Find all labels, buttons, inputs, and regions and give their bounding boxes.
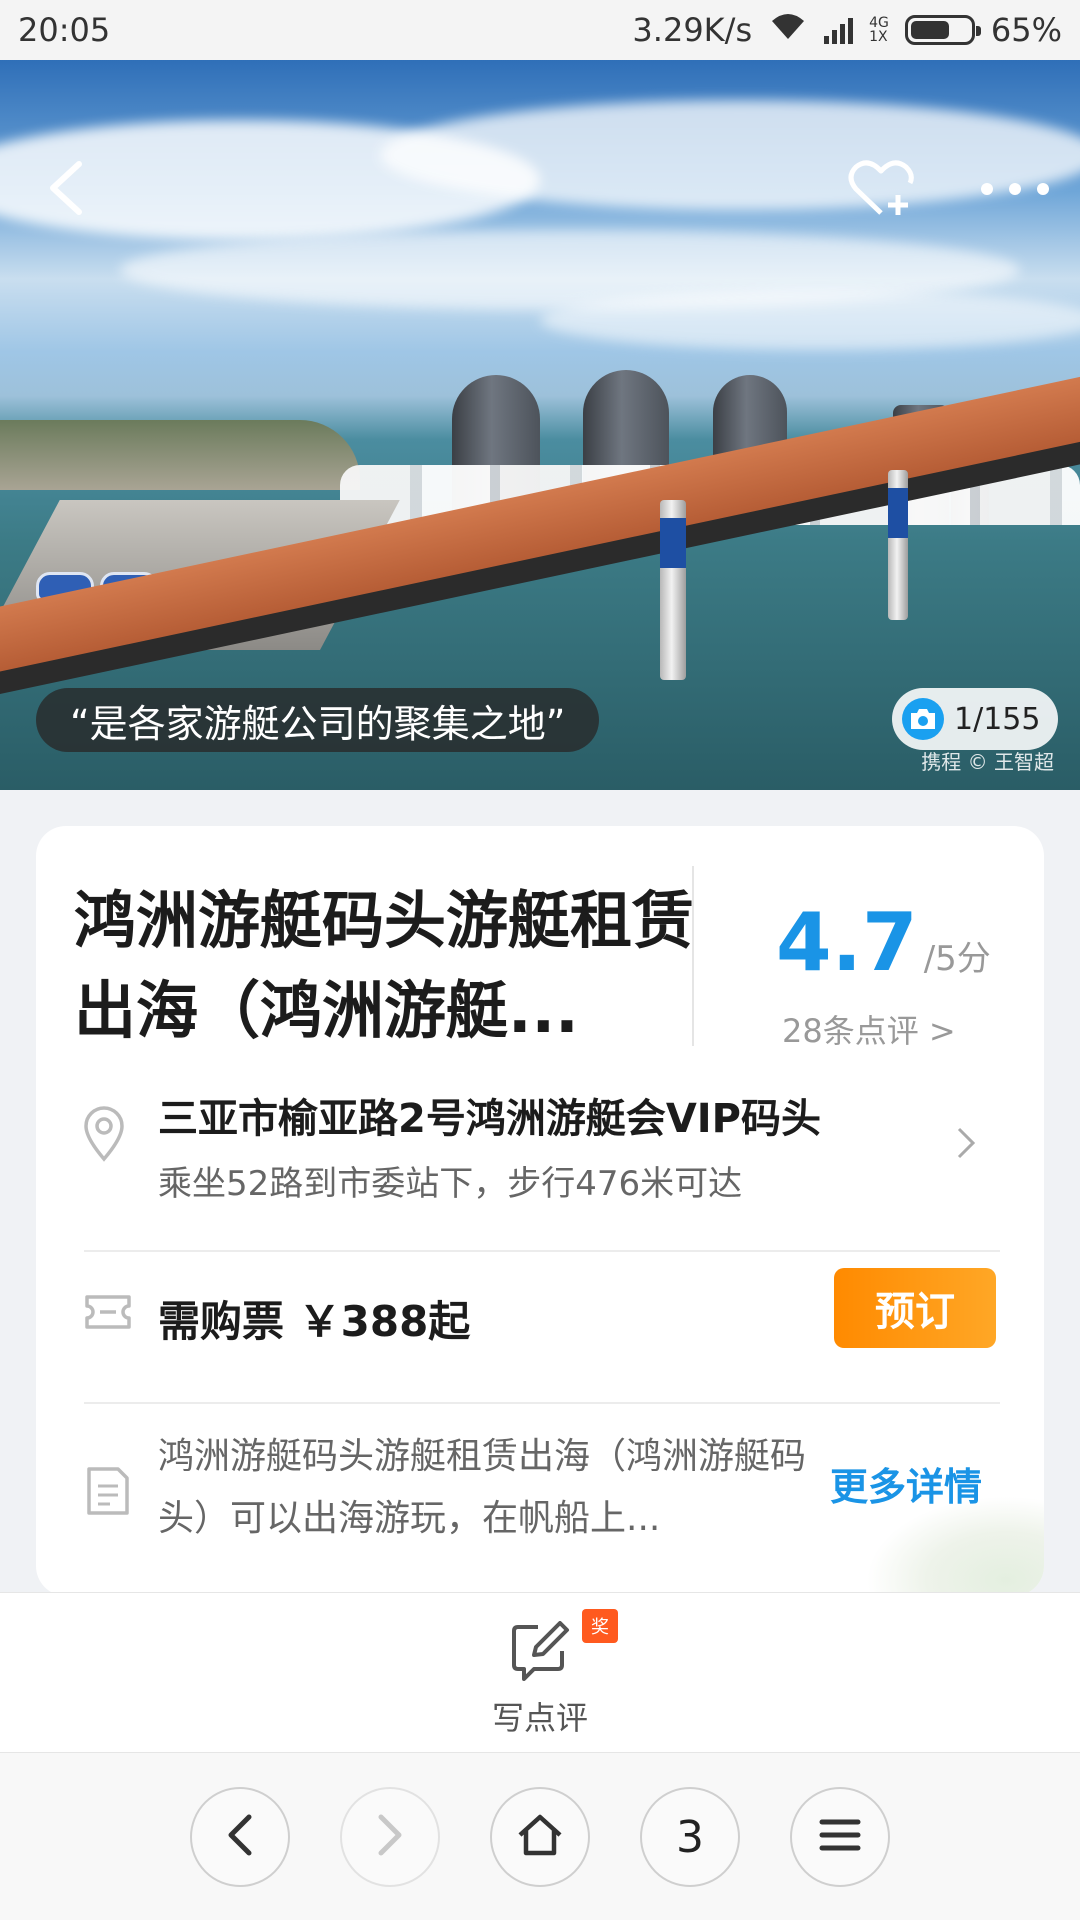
status-right: 3.29K/s 4G 1X 65% [632,11,1062,49]
edit-review-icon [510,1621,572,1687]
rating-score: 4.7 [776,896,918,989]
wifi-icon [768,11,808,49]
write-review-bar[interactable]: 奖 写点评 [0,1592,1080,1752]
ticket-row: 需购票 ￥388起 预订 [36,1246,1044,1386]
reviews-link[interactable]: 28条点评 > [782,1006,956,1052]
signal-icon [824,16,854,44]
browser-back-button[interactable] [190,1787,290,1887]
status-time: 20:05 [18,11,111,49]
cloud [540,290,1080,350]
address: 三亚市榆亚路2号鸿洲游艇会VIP码头 [158,1096,821,1142]
location-pin-icon [82,1106,126,1166]
browser-back-icon [225,1813,255,1861]
tabs-button[interactable]: 3 [640,1787,740,1887]
browser-forward-button[interactable] [340,1787,440,1887]
write-review-label: 写点评 [491,1699,588,1737]
home-icon [516,1813,564,1861]
more-button[interactable] [975,155,1055,225]
divider [84,1402,1000,1404]
menu-icon [819,1818,861,1856]
network-type-top: 4G [869,15,889,31]
shoreline [0,420,360,490]
network-speed: 3.29K/s [632,11,753,49]
network-type: 4G 1X [869,16,889,44]
photo-watermark: 携程 © 王智超 [921,750,1054,774]
more-icon [980,181,1050,200]
rating-unit: /5分 [923,939,991,979]
document-icon [86,1466,130,1520]
title-row: 鸿洲游艇码头游艇租赁出海（鸿洲游艇... 4.7 /5分 28条点评 > [36,856,1044,1050]
photo-caption: “是各家游艇公司的聚集之地” [36,688,600,752]
tab-count: 3 [676,1811,704,1863]
favorite-button[interactable] [846,155,916,225]
photo-counter-button[interactable]: 1/155 [892,688,1059,750]
battery-level: 65% [990,11,1062,49]
more-details-link[interactable]: 更多详情 [830,1456,982,1511]
ticket-price: 需购票 ￥388起 [158,1297,471,1346]
description-text: 鸿洲游艇码头游艇租赁出海（鸿洲游艇码头）可以出海游玩，在帆船上... [158,1436,807,1539]
status-bar: 20:05 3.29K/s 4G 1X 65% [0,0,1080,60]
rating: 4.7 /5分 [776,896,991,989]
poi-card: 鸿洲游艇码头游艇租赁出海（鸿洲游艇... 4.7 /5分 28条点评 > 三亚市… [36,826,1044,1596]
chevron-right-icon [956,1126,976,1164]
back-button[interactable] [30,155,100,225]
back-icon [45,158,85,222]
pylon [660,500,686,680]
screen: 20:05 3.29K/s 4G 1X 65% “是各家游艇公司的聚集之地” 1… [0,0,1080,1920]
favorite-add-icon [848,157,914,223]
battery-icon [904,15,981,45]
browser-toolbar: 3 [0,1752,1080,1920]
description-row[interactable]: 鸿洲游艇码头游艇租赁出海（鸿洲游艇码头）可以出海游玩，在帆船上... 更多详情 [36,1406,1044,1596]
transport-info: 乘坐52路到市委站下，步行476米可达 [158,1164,743,1204]
divider [692,866,694,1046]
pylon [888,470,908,620]
poi-title: 鸿洲游艇码头游艇租赁出海（鸿洲游艇... [74,884,695,1047]
camera-icon [902,698,944,740]
home-button[interactable] [490,1787,590,1887]
map-decoration [866,1496,1044,1596]
menu-button[interactable] [790,1787,890,1887]
award-badge: 奖 [582,1609,618,1643]
photo-counter: 1/155 [954,701,1041,737]
address-row[interactable]: 三亚市榆亚路2号鸿洲游艇会VIP码头 乘坐52路到市委站下，步行476米可达 [36,1066,1044,1216]
book-button[interactable]: 预订 [834,1268,996,1348]
browser-forward-icon [375,1813,405,1861]
ticket-icon [84,1294,132,1334]
network-type-bottom: 1X [869,29,888,45]
hero-photo[interactable] [0,60,1080,790]
